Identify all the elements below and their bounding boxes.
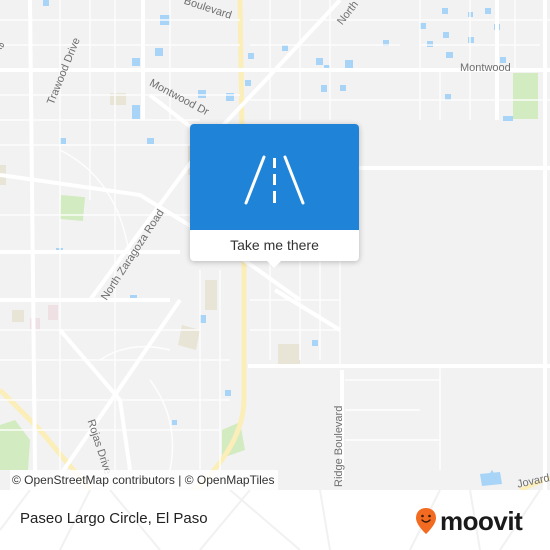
road-icon: [244, 155, 305, 205]
park-area: [513, 73, 538, 119]
street-label-ridge-boulevard: Ridge Boulevard: [333, 405, 345, 487]
landuse-area: [205, 280, 217, 310]
landuse-area: [178, 325, 200, 350]
landuse-area: [12, 310, 24, 322]
take-me-there-button[interactable]: Take me there: [190, 230, 359, 261]
park-area: [58, 194, 86, 222]
moovit-logo[interactable]: moovit: [415, 505, 523, 536]
place-name: Paseo Largo Circle, El Paso: [20, 510, 208, 527]
map-attribution[interactable]: © OpenStreetMap contributors | © OpenMap…: [10, 470, 279, 490]
park-area: [0, 420, 30, 470]
landuse-area: [278, 344, 300, 365]
popup-pointer: [265, 259, 283, 268]
popup-header[interactable]: [190, 124, 359, 230]
moovit-wordmark: moovit: [440, 505, 523, 536]
directions-popup[interactable]: Take me there: [190, 124, 359, 268]
street-label-montwood: Montwood: [460, 62, 511, 74]
moovit-pin-icon: [416, 508, 436, 534]
landuse-area: [48, 305, 58, 320]
